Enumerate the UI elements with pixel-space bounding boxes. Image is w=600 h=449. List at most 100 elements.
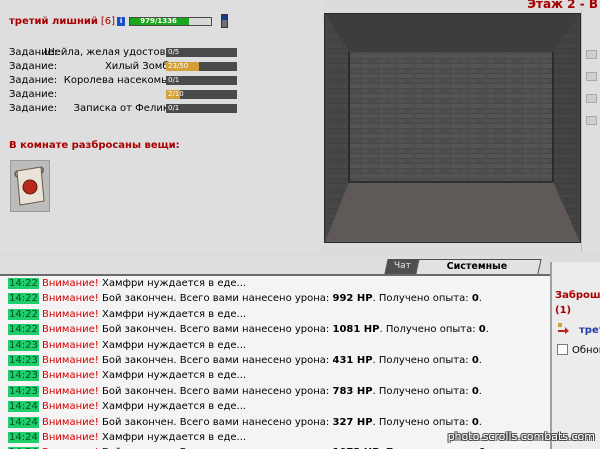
scene-controls <box>581 10 600 252</box>
message-text: Хамфри нуждается в еде... <box>98 370 247 382</box>
message-time[interactable]: 14:23 <box>8 370 39 382</box>
side-panel-title: Заброше <box>555 290 600 301</box>
task-name: Королева насекомых <box>63 75 175 86</box>
side-panel: Заброше (1) трет Обнов <box>550 262 600 449</box>
message-text: Бой закончен. Всего вами нанесено урона: <box>98 354 333 366</box>
message-text-end: . <box>478 385 482 397</box>
task-row[interactable]: Задание: 2/10 <box>9 88 249 102</box>
message-time[interactable]: 14:23 <box>8 385 39 397</box>
message-text: Хамфри нуждается в еде... <box>98 278 247 289</box>
message-time[interactable]: 14:23 <box>8 339 39 351</box>
task-row[interactable]: Задание: Шейла, желая удостов... 0/5 <box>9 46 249 60</box>
task-name: Записка от Фелико <box>73 103 175 114</box>
task-progress-bar: 0/5 <box>166 48 237 57</box>
refresh-checkbox[interactable] <box>557 344 568 355</box>
task-label: Задание: <box>9 75 58 86</box>
message-text-end: . <box>478 354 482 366</box>
arrow-right-icon[interactable] <box>557 322 569 334</box>
message-experience: 0 <box>471 293 479 305</box>
watermark: photo.scrolls.combats.com <box>447 430 595 443</box>
message-row: 14:23 Внимание! Хамфри нуждается в еде..… <box>0 368 550 383</box>
character-name[interactable]: третий лишний <box>9 16 98 27</box>
message-warning: Внимание! <box>42 385 99 397</box>
task-progress-bar: 23/50 <box>166 62 237 71</box>
tab-chat-label: Чат <box>393 261 411 271</box>
dungeon-room-scene <box>325 14 580 242</box>
message-time[interactable]: 14:22 <box>8 308 39 320</box>
clan-flag-icon[interactable] <box>221 14 229 28</box>
message-text: Хамфри нуждается в еде... <box>98 339 247 351</box>
message-time[interactable]: 14:24 <box>8 416 39 428</box>
message-damage: 783 HP <box>332 385 373 397</box>
message-time[interactable]: 14:24 <box>8 401 39 413</box>
character-header: третий лишний [6] i 979/1336 <box>9 14 229 28</box>
scene-control-button[interactable] <box>586 94 597 103</box>
message-text: Бой закончен. Всего вами нанесено урона: <box>98 324 333 336</box>
message-text-mid: . Получено опыта: <box>372 293 472 305</box>
message-warning: Внимание! <box>42 431 99 443</box>
tab-chat[interactable]: Чат <box>384 259 420 274</box>
message-row: 14:22 Внимание! Бой закончен. Всего вами… <box>0 322 550 337</box>
task-name: Шейла, желая удостов... <box>44 47 175 58</box>
scroll-icon <box>11 161 49 211</box>
message-time[interactable]: 14:22 <box>8 278 39 289</box>
message-experience: 0 <box>471 354 479 366</box>
task-row[interactable]: Задание: Записка от Фелико 0/1 <box>9 102 249 116</box>
message-text: Хамфри нуждается в еде... <box>98 431 247 443</box>
message-time[interactable]: 14:24 <box>8 431 39 443</box>
message-text: Бой закончен. Всего вами нанесено урона: <box>98 416 333 428</box>
message-time[interactable]: 14:22 <box>8 293 39 305</box>
message-row: 14:24 Внимание! Бой закончен. Всего вами… <box>0 415 550 430</box>
message-warning: Внимание! <box>42 293 99 305</box>
character-panel: третий лишний [6] i 979/1336 Задание: Шей… <box>0 0 323 252</box>
message-text: Хамфри нуждается в еде... <box>98 308 247 320</box>
system-messages-log[interactable]: 14:22 Внимание! Хамфри нуждается в еде..… <box>0 274 550 449</box>
info-icon[interactable]: i <box>117 16 126 26</box>
task-label: Задание: <box>9 61 58 72</box>
scene-control-button[interactable] <box>586 116 597 125</box>
message-damage: 431 HP <box>332 354 373 366</box>
message-warning: Внимание! <box>42 278 99 289</box>
message-time[interactable]: 14:23 <box>8 354 39 366</box>
task-progress-value: 0/1 <box>168 104 180 112</box>
dungeon-view[interactable] <box>324 13 581 243</box>
side-panel-count: (1) <box>555 305 572 316</box>
task-progress-bar: 0/1 <box>166 76 237 85</box>
message-warning: Внимание! <box>42 324 99 336</box>
message-damage: 1081 HP <box>332 324 380 336</box>
task-name: Хилый Зомби <box>104 61 175 72</box>
scene-control-button[interactable] <box>586 72 597 81</box>
side-panel-player-link[interactable]: трет <box>579 325 600 336</box>
task-row[interactable]: Задание: Королева насекомых 0/1 <box>9 74 249 88</box>
message-warning: Внимание! <box>42 339 99 351</box>
message-warning: Внимание! <box>42 401 99 413</box>
hp-value: 979/1336 <box>140 16 177 25</box>
scroll-item-icon[interactable] <box>10 160 50 212</box>
task-row[interactable]: Задание: Хилый Зомби 23/50 <box>9 60 249 74</box>
message-text-mid: . Получено опыта: <box>372 416 472 428</box>
message-warning: Внимание! <box>42 308 99 320</box>
task-progress-bar: 2/10 <box>166 90 237 99</box>
message-experience: 0 <box>478 324 486 336</box>
message-warning: Внимание! <box>42 370 99 382</box>
task-list: Задание: Шейла, желая удостов... 0/5 Задани… <box>9 46 249 116</box>
task-progress-bar: 0/1 <box>166 104 237 113</box>
message-row: 14:22 Внимание! Бой закончен. Всего вами… <box>0 291 550 306</box>
scene-control-button[interactable] <box>586 50 597 59</box>
message-text-mid: . Получено опыта: <box>379 324 479 336</box>
message-warning: Внимание! <box>42 416 99 428</box>
message-time[interactable]: 14:22 <box>8 324 39 336</box>
task-label: Задание: <box>9 89 58 100</box>
task-progress-value: 23/50 <box>168 62 189 70</box>
message-row: 14:22 Внимание! Хамфри нуждается в еде..… <box>0 276 550 291</box>
tab-system-messages[interactable]: Системные сообщения <box>415 259 542 286</box>
room-items-title: В комнате разбросаны вещи: <box>9 140 180 151</box>
message-experience: 0 <box>471 416 479 428</box>
message-damage: 992 HP <box>332 293 373 305</box>
message-row: 14:22 Внимание! Хамфри нуждается в еде..… <box>0 307 550 322</box>
task-progress-value: 0/1 <box>168 76 180 84</box>
message-row: 14:23 Внимание! Бой закончен. Всего вами… <box>0 353 550 368</box>
message-text: Бой закончен. Всего вами нанесено урона: <box>98 385 333 397</box>
message-text-end: . <box>485 324 489 336</box>
message-text: Бой закончен. Всего вами нанесено урона: <box>98 293 333 305</box>
